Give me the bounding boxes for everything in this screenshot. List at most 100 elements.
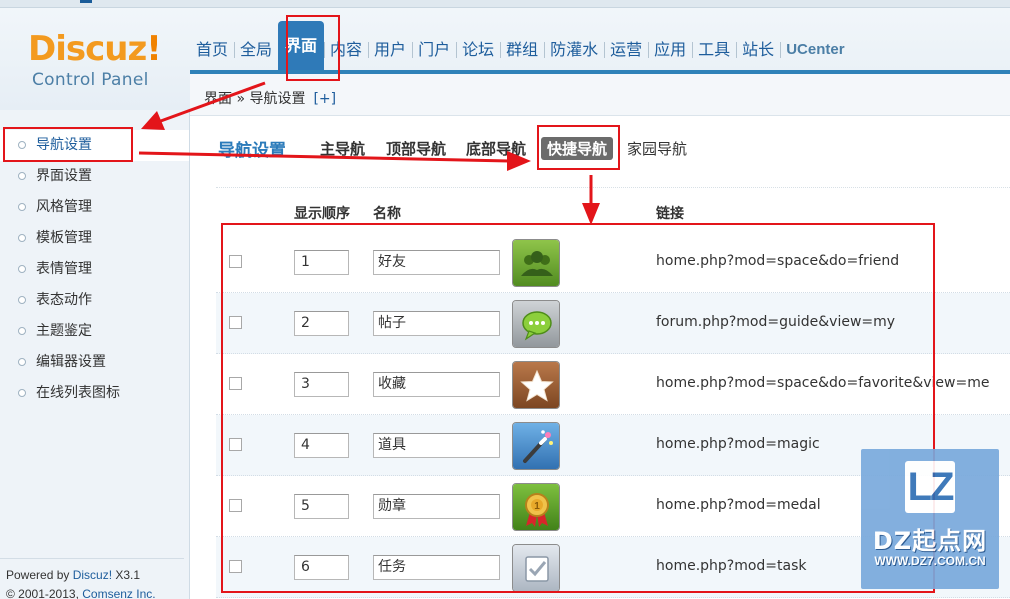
nav-tab-interface[interactable]: 界面 <box>278 21 325 71</box>
footer-divider <box>0 558 184 559</box>
sidebar-item-reaction-actions[interactable]: 表态动作 <box>0 285 189 316</box>
link-value: home.php?mod=space&do=favorite&view=me <box>656 375 990 391</box>
nav-tab-apps[interactable]: 应用 <box>648 30 692 70</box>
col-name-header: 名称 <box>373 206 401 222</box>
subtab-main-nav[interactable]: 主导航 <box>320 138 365 159</box>
name-input[interactable]: 收藏 <box>373 372 500 397</box>
link-value: home.php?mod=medal <box>656 497 821 513</box>
logo-name: Discuz <box>28 29 147 69</box>
sidebar-item-smiley-manage[interactable]: 表情管理 <box>0 254 189 285</box>
bullet-icon <box>18 234 26 242</box>
col-order-header: 显示顺序 <box>294 206 350 222</box>
link-value: home.php?mod=space&do=friend <box>656 253 900 269</box>
copyright: © 2001-2013, Comsenz Inc. <box>6 585 156 599</box>
subtab-top-nav[interactable]: 顶部导航 <box>386 138 446 159</box>
sidebar-footer: Powered by Discuz! X3.1 © 2001-2013, Com… <box>0 558 184 599</box>
row-checkbox[interactable] <box>229 499 242 512</box>
name-input[interactable]: 勋章 <box>373 494 500 519</box>
sidebar-item-label: 编辑器设置 <box>36 354 106 370</box>
nav-tab-portal[interactable]: 门户 <box>412 30 456 70</box>
bullet-icon <box>18 203 26 211</box>
sidebar-item-label: 界面设置 <box>36 168 92 184</box>
nav-tab-tools[interactable]: 工具 <box>692 30 736 70</box>
powered-prefix: Powered by <box>6 568 73 582</box>
bullet-icon <box>18 389 26 397</box>
breadcrumb-bar: 界面 » 导航设置 [+] <box>190 74 1010 116</box>
link-value: home.php?mod=magic <box>656 436 820 452</box>
nav-tab-admin[interactable]: 站长 <box>736 30 780 70</box>
sidebar-item-template-manage[interactable]: 模板管理 <box>0 223 189 254</box>
magic-wand-icon <box>512 422 560 470</box>
nav-tab-content[interactable]: 内容 <box>324 30 368 70</box>
order-input[interactable]: 3 <box>294 372 349 397</box>
table-row: 1 好友 home.php?mod=space&do=friend <box>216 232 1010 293</box>
logo-wordmark: Discuz! <box>28 29 162 69</box>
col-link-header: 链接 <box>656 206 684 222</box>
site-watermark: LZ DZ起点网 WWW.DZ7.COM.CN <box>861 449 999 589</box>
order-input[interactable]: 1 <box>294 250 349 275</box>
order-input[interactable]: 6 <box>294 555 349 580</box>
sidebar-item-interface-settings[interactable]: 界面设置 <box>0 161 189 192</box>
link-value: forum.php?mod=guide&view=my <box>656 314 896 330</box>
sidebar-item-style-manage[interactable]: 风格管理 <box>0 192 189 223</box>
task-check-icon <box>512 544 560 592</box>
name-input[interactable]: 道具 <box>373 433 500 458</box>
add-to-shortcuts-link[interactable]: [+] <box>313 91 336 107</box>
bullet-icon <box>18 327 26 335</box>
sidebar-item-label: 风格管理 <box>36 199 92 215</box>
sidebar-item-label: 在线列表图标 <box>36 385 120 401</box>
watermark-name: DZ起点网 <box>872 527 988 555</box>
version-text: X3.1 <box>112 568 141 582</box>
friends-icon <box>512 239 560 287</box>
powered-by: Powered by Discuz! X3.1 <box>6 566 156 585</box>
name-input[interactable]: 好友 <box>373 250 500 275</box>
sidebar-item-online-list-icons[interactable]: 在线列表图标 <box>0 378 189 409</box>
sidebar-item-editor-settings[interactable]: 编辑器设置 <box>0 347 189 378</box>
nav-tab-forum[interactable]: 论坛 <box>456 30 500 70</box>
order-input[interactable]: 2 <box>294 311 349 336</box>
nav-tab-groups[interactable]: 群组 <box>500 30 544 70</box>
nav-tab-ucenter[interactable]: UCenter <box>780 30 850 70</box>
row-checkbox[interactable] <box>229 377 242 390</box>
watermark-url: WWW.DZ7.COM.CN <box>874 554 986 568</box>
medal-icon: 1 <box>512 483 560 531</box>
sidebar-item-label: 表态动作 <box>36 292 92 308</box>
name-input[interactable]: 帖子 <box>373 311 500 336</box>
star-icon <box>512 361 560 409</box>
breadcrumb: 界面 » 导航设置 [+] <box>204 88 336 108</box>
row-checkbox[interactable] <box>229 316 242 329</box>
subtab-bottom-nav[interactable]: 底部导航 <box>466 138 526 159</box>
sidebar-item-label: 表情管理 <box>36 261 92 277</box>
order-input[interactable]: 5 <box>294 494 349 519</box>
discuz-logo[interactable]: Discuz! Control Panel <box>0 8 190 110</box>
nav-tab-home[interactable]: 首页 <box>190 30 234 70</box>
breadcrumb-text: 界面 » 导航设置 <box>204 91 306 107</box>
discuz-link[interactable]: Discuz! <box>73 568 112 582</box>
nav-tab-users[interactable]: 用户 <box>368 30 412 70</box>
nav-tab-global[interactable]: 全局 <box>234 30 278 70</box>
sidebar-item-label: 模板管理 <box>36 230 92 246</box>
row-checkbox[interactable] <box>229 255 242 268</box>
bullet-icon <box>18 172 26 180</box>
row-checkbox[interactable] <box>229 560 242 573</box>
row-checkbox[interactable] <box>229 438 242 451</box>
link-value: home.php?mod=task <box>656 558 807 574</box>
nav-tab-operations[interactable]: 运营 <box>604 30 648 70</box>
bullet-icon <box>18 265 26 273</box>
top-strip <box>0 0 1010 8</box>
top-nav: 首页 全局 界面 内容 用户 门户 论坛 群组 防灌水 运营 应用 工具 站长 … <box>190 21 851 71</box>
logo-bang: ! <box>146 29 161 69</box>
subtab-home-nav[interactable]: 家园导航 <box>627 138 687 159</box>
sidebar-item-nav-settings[interactable]: 导航设置 <box>0 130 189 161</box>
sidebar-item-thread-stamps[interactable]: 主题鉴定 <box>0 316 189 347</box>
bullet-icon <box>18 358 26 366</box>
sidebar: 导航设置 界面设置 风格管理 模板管理 表情管理 表态动作 主题鉴定 编辑器设置… <box>0 110 190 599</box>
chat-bubble-icon <box>512 300 560 348</box>
order-input[interactable]: 4 <box>294 433 349 458</box>
comsenz-link[interactable]: Comsenz Inc. <box>82 587 155 599</box>
table-header: 显示顺序 名称 链接 <box>228 203 1008 223</box>
name-input[interactable]: 任务 <box>373 555 500 580</box>
nav-tab-antispam[interactable]: 防灌水 <box>544 30 604 70</box>
subtab-quick-nav[interactable]: 快捷导航 <box>541 137 614 160</box>
watermark-logo: LZ <box>905 461 955 513</box>
